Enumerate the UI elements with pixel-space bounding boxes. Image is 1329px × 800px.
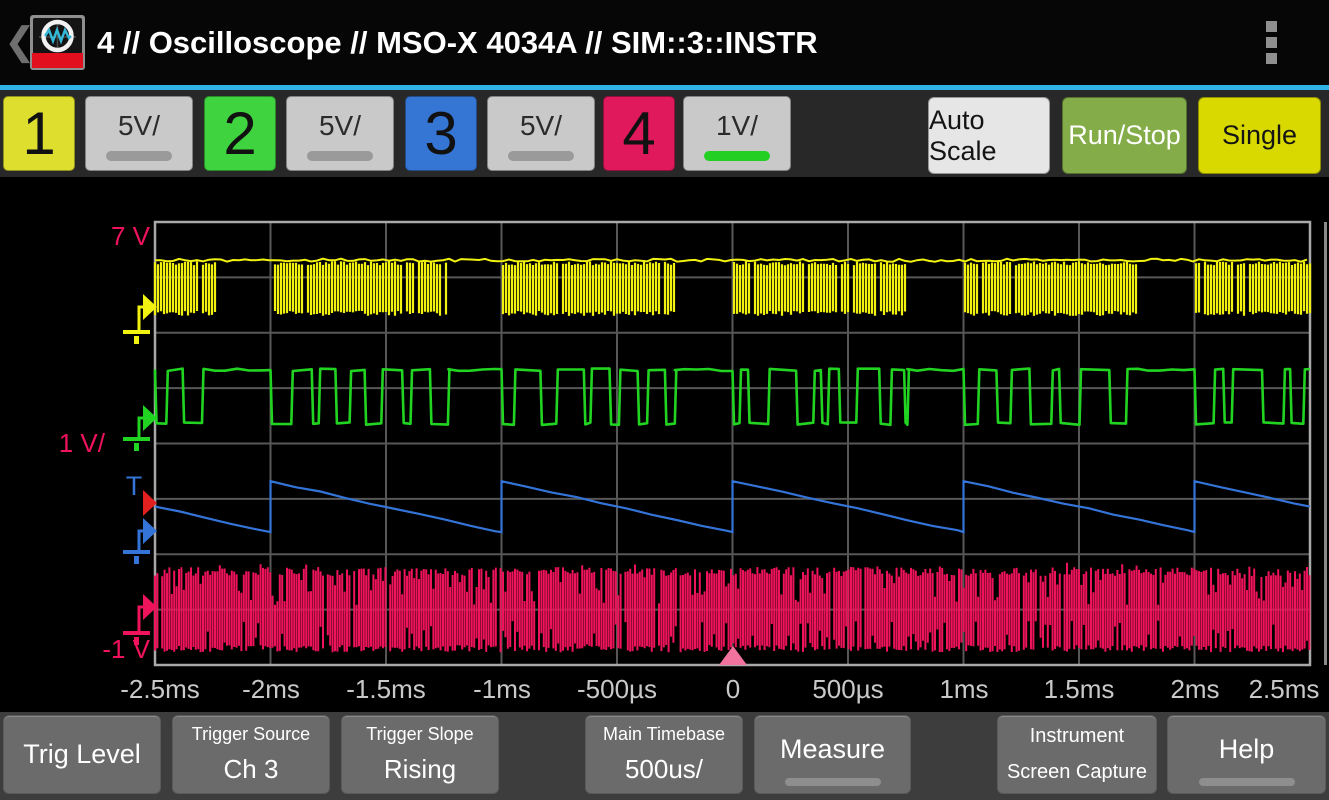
oscilloscope-app-screen: ❮ 4 // Oscilloscope // MSO-X 4034A // SI…: [0, 0, 1329, 800]
ch3-ground-symbol-stub: [134, 556, 139, 564]
x-tick-label: 2.5ms: [1249, 674, 1320, 704]
trigger-slope-value: Rising: [384, 754, 456, 785]
bottom-toolbar: Trig Level Trigger Source Ch 3 Trigger S…: [0, 712, 1329, 800]
channel-4-scale-label: 1V/: [716, 110, 758, 142]
x-tick-label: -2ms: [242, 674, 300, 704]
main-timebase-value: 500us/: [625, 754, 703, 785]
menu-dot: [1266, 21, 1277, 32]
title-bar: ❮ 4 // Oscilloscope // MSO-X 4034A // SI…: [0, 0, 1329, 85]
trigger-source-title: Trigger Source: [192, 724, 310, 745]
trigger-slope-button[interactable]: Trigger Slope Rising: [341, 715, 499, 794]
ch3-ground-symbol: [123, 550, 150, 554]
menu-dot: [1266, 53, 1277, 64]
channel-2-scale-indicator: [307, 151, 373, 161]
x-tick-label: -2.5ms: [120, 674, 199, 704]
overflow-menu-icon[interactable]: [1266, 21, 1277, 69]
channel-2-button[interactable]: 2: [204, 96, 276, 171]
screen-capture-label: Screen Capture: [1007, 761, 1147, 784]
scope-display: T 7 V 1 V/ -1 V: [0, 177, 1329, 712]
channel-3-button[interactable]: 3: [405, 96, 477, 171]
channel-3-scale-label: 5V/: [520, 110, 562, 142]
trigger-t-label: T: [126, 471, 143, 501]
channel-1-button[interactable]: 1: [3, 96, 75, 171]
measure-label: Measure: [780, 734, 885, 765]
channel-3-scale-indicator: [508, 151, 574, 161]
channel-2-scale-button[interactable]: 5V/: [286, 96, 394, 171]
app-icon[interactable]: [30, 15, 85, 70]
screen-edge-line: [1324, 222, 1327, 665]
x-axis-tick-labels: -2.5ms -2ms -1.5ms -1ms -500µs 0 500µs 1ms 1.5ms…: [120, 674, 1319, 704]
instrument-screen-capture-button[interactable]: Instrument Screen Capture: [997, 715, 1157, 794]
channel-toolbar: 1 5V/ 2 5V/ 3 5V/ 4 1V/ Auto Scale Run/S…: [0, 90, 1329, 177]
scope-screen-graphic: [33, 18, 82, 54]
channel-2-scale-label: 5V/: [319, 110, 361, 142]
ch2-ground-symbol-stub: [134, 443, 139, 451]
volts-per-div-label: 1 V/: [59, 428, 106, 458]
channel-4-scale-button[interactable]: 1V/: [683, 96, 791, 171]
channel-4-button[interactable]: 4: [603, 96, 675, 171]
x-tick-label: 2ms: [1170, 674, 1219, 704]
channel-1-scale-button[interactable]: 5V/: [85, 96, 193, 171]
channel-4-scale-indicator: [704, 151, 770, 161]
x-tick-label: -1.5ms: [346, 674, 425, 704]
ch2-ground-hook: [139, 418, 143, 437]
main-timebase-button[interactable]: Main Timebase 500us/: [585, 715, 743, 794]
measure-button[interactable]: Measure: [754, 715, 911, 794]
scope-plot: T 7 V 1 V/ -1 V: [0, 177, 1329, 712]
channel-1-scale-indicator: [106, 151, 172, 161]
trig-level-label: Trig Level: [23, 739, 141, 770]
app-icon-red-bar: [32, 53, 83, 68]
x-tick-label: 500µs: [812, 674, 883, 704]
trig-level-button[interactable]: Trig Level: [3, 715, 161, 794]
single-button[interactable]: Single: [1198, 97, 1321, 174]
trigger-slope-title: Trigger Slope: [366, 724, 473, 745]
top-voltage-label: 7 V: [111, 221, 151, 251]
instrument-title: Instrument: [1030, 725, 1124, 748]
ch1-ground-symbol: [123, 330, 150, 334]
x-tick-label: 1ms: [939, 674, 988, 704]
ch2-ground-symbol: [123, 437, 150, 441]
back-icon[interactable]: ❮: [4, 0, 28, 85]
channel-3-scale-button[interactable]: 5V/: [487, 96, 595, 171]
menu-dot: [1266, 37, 1277, 48]
ch4-ground-hook: [139, 607, 143, 631]
ch3-ground-hook: [139, 531, 143, 550]
x-tick-label: -500µs: [577, 674, 657, 704]
help-label: Help: [1219, 734, 1275, 765]
scope-screen-wave-icon: [33, 18, 82, 54]
main-timebase-title: Main Timebase: [603, 724, 725, 745]
x-tick-label: 1.5ms: [1044, 674, 1115, 704]
channel-1-scale-label: 5V/: [118, 110, 160, 142]
x-tick-label: -1ms: [473, 674, 531, 704]
ch1-ground-hook: [139, 307, 143, 330]
measure-panel-indicator: [785, 778, 881, 786]
x-tick-label: 0: [726, 674, 740, 704]
bottom-voltage-label: -1 V: [102, 634, 150, 664]
help-button[interactable]: Help: [1167, 715, 1326, 794]
trigger-source-button[interactable]: Trigger Source Ch 3: [172, 715, 330, 794]
help-panel-indicator: [1199, 778, 1295, 786]
run-stop-button[interactable]: Run/Stop: [1062, 97, 1187, 174]
ch1-ground-symbol-stub: [134, 336, 139, 344]
trigger-source-value: Ch 3: [224, 754, 279, 785]
page-title: 4 // Oscilloscope // MSO-X 4034A // SIM:…: [97, 25, 818, 61]
auto-scale-button[interactable]: Auto Scale: [928, 97, 1050, 174]
